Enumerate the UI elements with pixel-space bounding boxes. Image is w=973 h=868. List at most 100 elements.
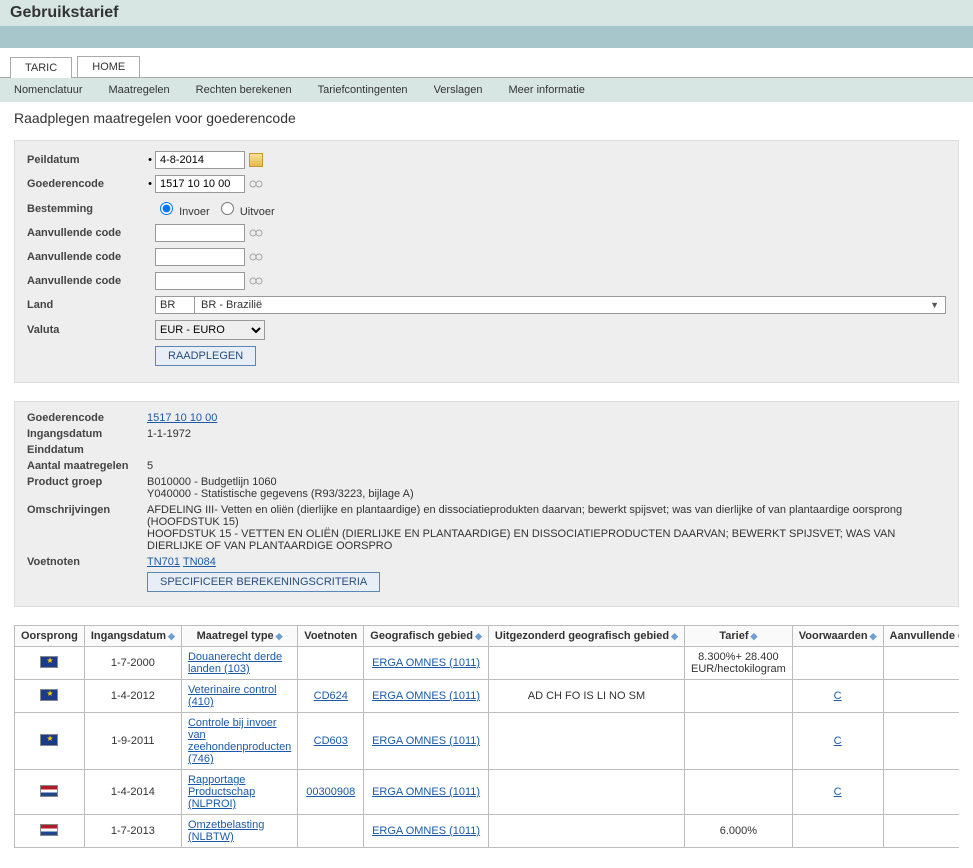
radio-uitvoer-label: Uitvoer bbox=[240, 206, 275, 218]
cell-ingangsdatum: 1-9-2011 bbox=[84, 713, 181, 770]
geogebied-link[interactable]: ERGA OMNES (1011) bbox=[372, 825, 480, 837]
cell-uitgezonderd bbox=[488, 647, 684, 680]
geogebied-link[interactable]: ERGA OMNES (1011) bbox=[372, 735, 480, 747]
th-voorwaarden[interactable]: Voorwaarden◆ bbox=[792, 626, 883, 647]
land-select-value: BR - Brazilië bbox=[201, 299, 262, 311]
aanvullende-code-input-3[interactable] bbox=[155, 272, 245, 290]
goederencode-input[interactable] bbox=[155, 175, 245, 193]
page-title: Gebruikstarief bbox=[10, 4, 963, 22]
valuta-select[interactable]: EUR - EURO bbox=[155, 320, 265, 340]
cell-ingangsdatum: 1-4-2014 bbox=[84, 770, 181, 815]
ingangsdatum-value: 1-1-1972 bbox=[147, 428, 946, 440]
voorwaarden-link[interactable]: C bbox=[834, 786, 842, 798]
th-uitgezonderd[interactable]: Uitgezonderd geografisch gebied◆ bbox=[488, 626, 684, 647]
th-maatregeltype[interactable]: Maatregel type◆ bbox=[181, 626, 297, 647]
required-marker: • bbox=[147, 154, 153, 166]
menu-nomenclatuur[interactable]: Nomenclatuur bbox=[14, 84, 82, 96]
geogebied-link[interactable]: ERGA OMNES (1011) bbox=[372, 657, 480, 669]
voetnoot-link[interactable]: TN084 bbox=[183, 556, 216, 568]
cell-uitgezonderd bbox=[488, 713, 684, 770]
calendar-icon[interactable] bbox=[249, 153, 263, 167]
maatregeltype-link[interactable]: Omzetbelasting (NLBTW) bbox=[188, 819, 264, 843]
binoculars-icon[interactable] bbox=[249, 177, 263, 191]
label-valuta: Valuta bbox=[27, 324, 147, 336]
th-aanvcode[interactable]: Aanvullende code◆ bbox=[883, 626, 959, 647]
flag-icon bbox=[40, 656, 58, 668]
aanvullende-code-input-2[interactable] bbox=[155, 248, 245, 266]
binoculars-icon[interactable] bbox=[249, 250, 263, 264]
radio-invoer-label: Invoer bbox=[179, 206, 210, 218]
dlabel-voetnoten: Voetnoten bbox=[27, 556, 147, 568]
raadplegen-button[interactable]: RAADPLEGEN bbox=[155, 346, 256, 366]
binoculars-icon[interactable] bbox=[249, 274, 263, 288]
voetnoot-link[interactable]: CD624 bbox=[314, 690, 348, 702]
land-select[interactable]: BR - Brazilië ▼ bbox=[195, 296, 946, 314]
menu-tariefcontingenten[interactable]: Tariefcontingenten bbox=[318, 84, 408, 96]
dlabel-omschrijvingen: Omschrijvingen bbox=[27, 504, 147, 552]
radio-invoer[interactable] bbox=[160, 202, 173, 215]
cell-aanvcode bbox=[883, 815, 959, 848]
voetnoot-link[interactable]: CD603 bbox=[314, 735, 348, 747]
tab-taric[interactable]: TARIC bbox=[10, 57, 72, 78]
sort-icon: ◆ bbox=[276, 631, 283, 641]
aanvullende-code-input-1[interactable] bbox=[155, 224, 245, 242]
maatregeltype-link[interactable]: Rapportage Productschap (NLPROI) bbox=[188, 774, 255, 810]
cell-ingangsdatum: 1-7-2000 bbox=[84, 647, 181, 680]
menu-rechten-berekenen[interactable]: Rechten berekenen bbox=[196, 84, 292, 96]
cell-aanvcode bbox=[883, 713, 959, 770]
flag-icon bbox=[40, 785, 58, 797]
geogebied-link[interactable]: ERGA OMNES (1011) bbox=[372, 786, 480, 798]
label-peildatum: Peildatum bbox=[27, 154, 147, 166]
th-voetnoten[interactable]: Voetnoten bbox=[298, 626, 364, 647]
voetnoot-link[interactable]: 00300908 bbox=[306, 786, 355, 798]
voetnoot-link[interactable]: TN701 bbox=[147, 556, 180, 568]
menu-maatregelen[interactable]: Maatregelen bbox=[108, 84, 169, 96]
header-band bbox=[0, 26, 973, 48]
aantal-value: 5 bbox=[147, 460, 946, 472]
th-oorsprong[interactable]: Oorsprong bbox=[15, 626, 85, 647]
required-marker: • bbox=[147, 178, 153, 190]
search-form-panel: Peildatum • Goederencode • Bestemming In… bbox=[14, 140, 959, 383]
menu-bar: Nomenclatuur Maatregelen Rechten bereken… bbox=[0, 78, 973, 102]
radio-uitvoer-wrap[interactable]: Uitvoer bbox=[216, 199, 275, 218]
cell-aanvcode bbox=[883, 770, 959, 815]
cell-tarief bbox=[685, 713, 793, 770]
menu-meer-informatie[interactable]: Meer informatie bbox=[509, 84, 585, 96]
voorwaarden-link[interactable]: C bbox=[834, 735, 842, 747]
th-tarief[interactable]: Tarief◆ bbox=[685, 626, 793, 647]
th-ingangsdatum[interactable]: Ingangsdatum◆ bbox=[84, 626, 181, 647]
dlabel-productgroep: Product groep bbox=[27, 476, 147, 500]
table-row: 1-9-2011Controle bij invoer van zeehonde… bbox=[15, 713, 960, 770]
specificeer-button[interactable]: SPECIFICEER BEREKENINGSCRITERIA bbox=[147, 572, 380, 592]
measures-table-wrap: Oorsprong Ingangsdatum◆ Maatregel type◆ … bbox=[14, 625, 959, 848]
geogebied-link[interactable]: ERGA OMNES (1011) bbox=[372, 690, 480, 702]
productgroep-value: B010000 - Budgetlijn 1060Y040000 - Stati… bbox=[147, 476, 946, 500]
maatregeltype-link[interactable]: Douanerecht derde landen (103) bbox=[188, 651, 282, 675]
sort-icon: ◆ bbox=[475, 631, 482, 641]
label-bestemming: Bestemming bbox=[27, 203, 147, 215]
voorwaarden-link[interactable]: C bbox=[834, 690, 842, 702]
flag-icon bbox=[40, 689, 58, 701]
table-row: 1-7-2000 Douanerecht derde landen (103) ER… bbox=[15, 647, 960, 680]
tabs-strip: TARIC HOME bbox=[0, 48, 973, 78]
cell-uitgezonderd bbox=[488, 770, 684, 815]
binoculars-icon[interactable] bbox=[249, 226, 263, 240]
goederencode-link[interactable]: 1517 10 10 00 bbox=[147, 412, 217, 424]
dlabel-ingangsdatum: Ingangsdatum bbox=[27, 428, 147, 440]
einddatum-value bbox=[147, 444, 946, 456]
flag-icon bbox=[40, 734, 58, 746]
th-geogebied[interactable]: Geografisch gebied◆ bbox=[364, 626, 489, 647]
dlabel-aantal: Aantal maatregelen bbox=[27, 460, 147, 472]
cell-tarief: 6.000% bbox=[685, 815, 793, 848]
radio-uitvoer[interactable] bbox=[221, 202, 234, 215]
maatregeltype-link[interactable]: Controle bij invoer van zeehondenproduct… bbox=[188, 717, 291, 765]
land-code-input[interactable]: BR bbox=[155, 296, 195, 314]
radio-invoer-wrap[interactable]: Invoer bbox=[155, 199, 210, 218]
cell-aanvcode bbox=[883, 680, 959, 713]
label-goederencode: Goederencode bbox=[27, 178, 147, 190]
peildatum-input[interactable] bbox=[155, 151, 245, 169]
maatregeltype-link[interactable]: Veterinaire control (410) bbox=[188, 684, 277, 708]
tab-home[interactable]: HOME bbox=[77, 56, 140, 77]
measures-table: Oorsprong Ingangsdatum◆ Maatregel type◆ … bbox=[14, 625, 959, 848]
menu-verslagen[interactable]: Verslagen bbox=[434, 84, 483, 96]
